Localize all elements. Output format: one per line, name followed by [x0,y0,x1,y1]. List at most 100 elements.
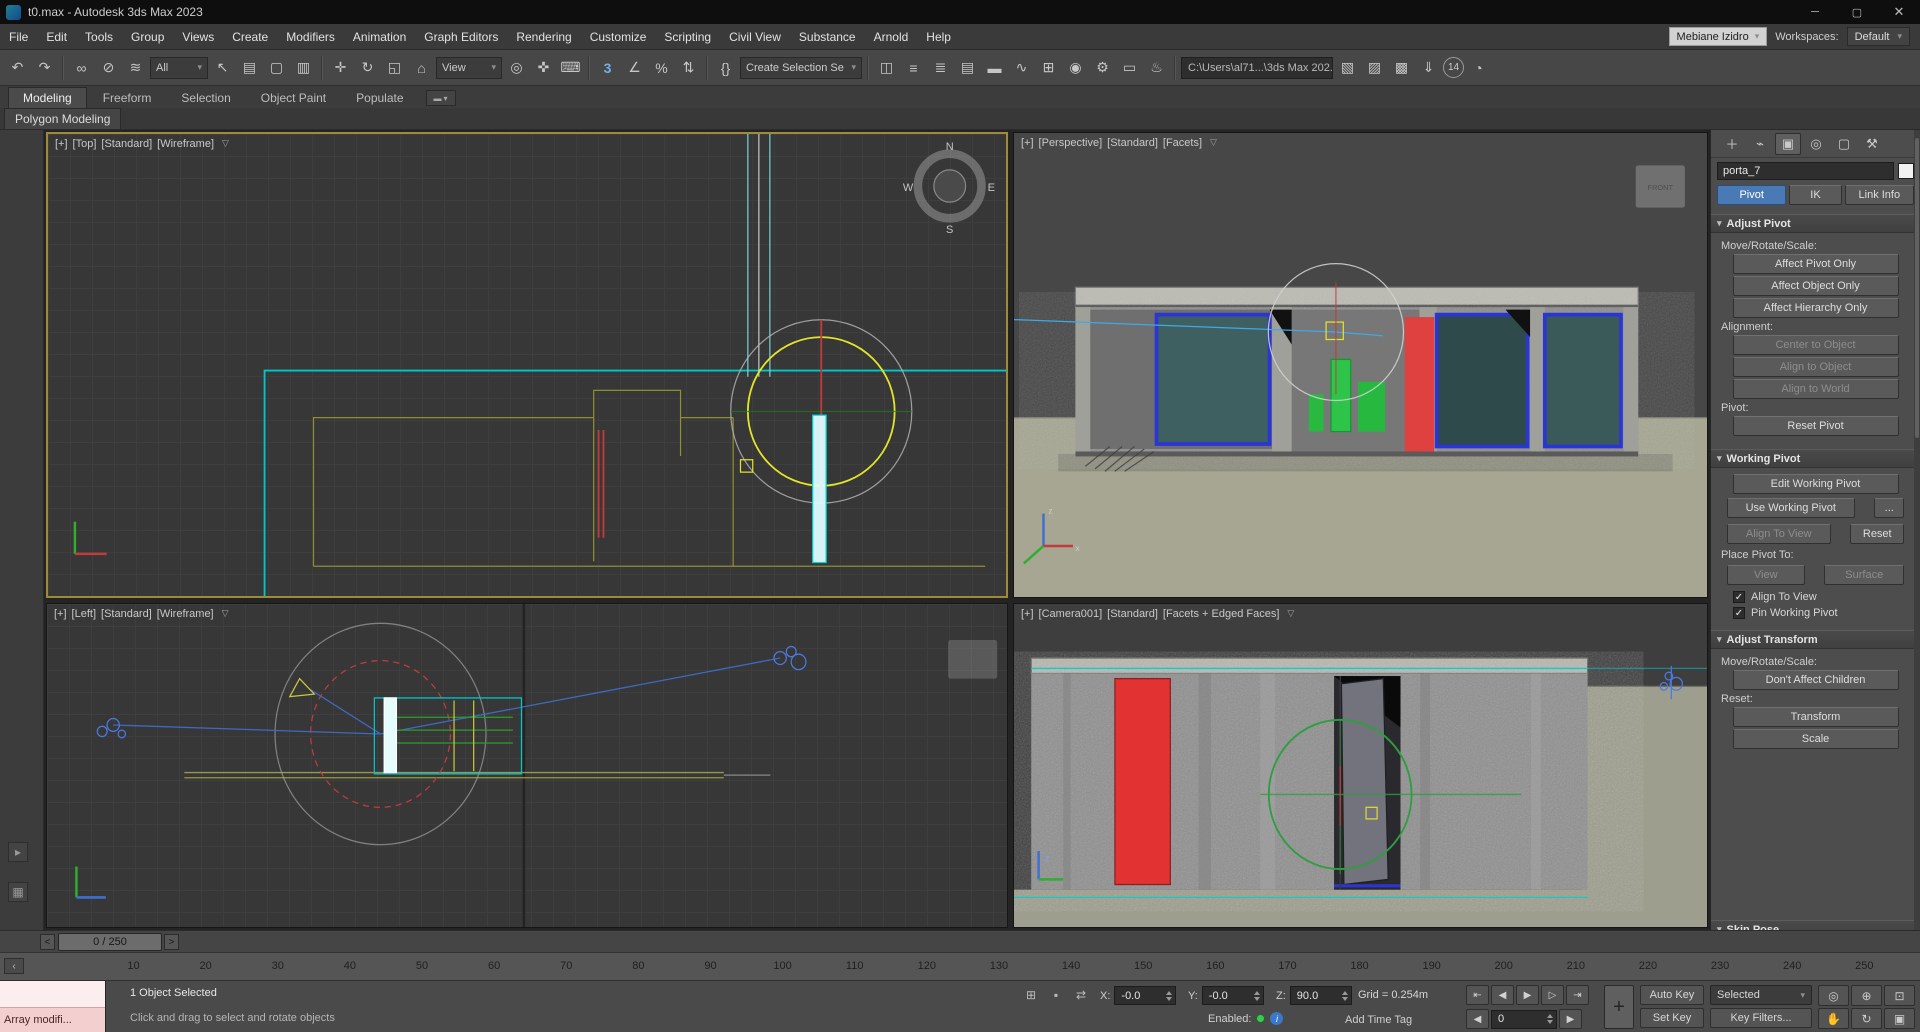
viewport-general-menu[interactable]: [+] [55,138,68,150]
menu-customize[interactable]: Customize [581,24,656,49]
workspace-switcher-icon[interactable]: ▧ [1335,55,1360,80]
bind-to-space-warp-icon[interactable]: ≋ [123,55,148,80]
menu-group[interactable]: Group [122,24,173,49]
align-to-view-checkbox[interactable]: ✓ [1733,591,1745,603]
info-icon[interactable]: i [1270,1012,1283,1025]
viewcube[interactable]: FRONT [1636,165,1685,207]
menu-modifiers[interactable]: Modifiers [277,24,344,49]
ribbon-tab-modeling[interactable]: Modeling [8,87,87,108]
close-button[interactable]: ✕ [1878,0,1920,24]
spinner-arrows[interactable] [1166,991,1172,1001]
timeline-ruler[interactable]: ‹ 10203040506070809010011012013014015016… [0,952,1920,980]
rectangular-selection-region-icon[interactable]: ▢ [264,55,289,80]
selection-lock-toggle-icon[interactable]: ▪ [1045,985,1067,1005]
orbit-icon[interactable]: ↻ [1851,1008,1882,1029]
named-selection-sets-dropdown[interactable]: Create Selection Se▾ [740,57,862,79]
maximize-button[interactable]: ▢ [1836,0,1878,24]
snaps-toggle-icon[interactable]: 3 [595,55,620,80]
link-info-button[interactable]: Link Info [1845,185,1914,205]
viewport-shading-menu[interactable]: [Wireframe] [157,138,214,150]
y-coordinate-field[interactable]: -0.0 [1202,986,1264,1005]
viewport-filter-icon[interactable]: ▽ [222,138,229,150]
menu-rendering[interactable]: Rendering [507,24,580,49]
toggle-scene-explorer-icon[interactable]: ≣ [928,55,953,80]
affect-hierarchy-only-button[interactable]: Affect Hierarchy Only [1733,298,1899,318]
dont-affect-children-button[interactable]: Don't Affect Children [1733,670,1899,690]
asset-tracking-icon[interactable]: ▨ [1362,55,1387,80]
current-frame-field[interactable]: 0 [1491,1010,1557,1029]
maxscript-macro-row[interactable] [0,981,105,1008]
spinner-snap-icon[interactable]: ⇅ [676,55,701,80]
compass-rose[interactable]: N W S E [903,141,995,236]
place-pivot-surface-button[interactable]: Surface [1824,565,1904,585]
select-and-manipulate-icon[interactable]: ✜ [531,55,556,80]
rendered-frame-window-icon[interactable]: ▭ [1117,55,1142,80]
utilities-tab[interactable]: ⚒ [1859,133,1885,155]
curve-editor-icon[interactable]: ∿ [1009,55,1034,80]
select-and-place-icon[interactable]: ⌂ [409,55,434,80]
menu-tools[interactable]: Tools [76,24,122,49]
ik-button[interactable]: IK [1789,185,1841,205]
minimize-button[interactable]: ─ [1794,0,1836,24]
track-open-icon[interactable]: ▸ [8,842,28,862]
viewport-shading-menu[interactable]: [Facets + Edged Faces] [1163,608,1279,620]
working-pivot-header[interactable]: ▾ Working Pivot [1711,449,1920,468]
viewport-filter-icon[interactable]: ▽ [1210,137,1217,149]
menu-views[interactable]: Views [173,24,223,49]
keyboard-shortcut-override-icon[interactable]: ⌨ [558,55,583,80]
scrollbar-thumb[interactable] [1915,138,1919,438]
play-button[interactable]: ▶ [1516,985,1539,1005]
spinner-arrows[interactable] [1547,1014,1553,1024]
menu-edit[interactable]: Edit [37,24,76,49]
viewport-render-menu[interactable]: [Standard] [101,138,152,150]
zoom-icon[interactable]: ◎ [1818,985,1849,1006]
align-to-world-button[interactable]: Align to World [1733,379,1899,399]
track-bar-mini-icon[interactable]: ‹ [4,958,24,974]
center-to-object-button[interactable]: Center to Object [1733,335,1899,355]
layout-grid-icon[interactable]: ▦ [8,882,28,902]
viewport-general-menu[interactable]: [+] [1021,608,1034,620]
viewport-pov-menu[interactable]: [Left] [72,608,96,620]
ribbon-tab-object-paint[interactable]: Object Paint [247,88,340,108]
edit-working-pivot-button[interactable]: Edit Working Pivot [1733,474,1899,494]
viewport-shading-menu[interactable]: [Wireframe] [157,608,214,620]
viewport-filter-icon[interactable]: ▽ [1287,608,1294,620]
viewport-filter-icon[interactable]: ▽ [222,608,229,620]
angle-snap-icon[interactable]: ∠ [622,55,647,80]
zoom-all-icon[interactable]: ⊕ [1851,985,1882,1006]
viewport-shading-menu[interactable]: [Facets] [1163,137,1202,149]
maxscript-text[interactable]: Array modifi... [0,1008,105,1032]
viewcube[interactable] [948,640,997,679]
render-production-icon[interactable]: ♨ [1144,55,1169,80]
object-color-swatch[interactable] [1898,163,1914,179]
undo-icon[interactable]: ↶ [5,55,30,80]
help-community-icon[interactable]: ◔ [1466,55,1491,80]
align-to-view-button[interactable]: Align To View [1727,524,1831,544]
align-to-object-button[interactable]: Align to Object [1733,357,1899,377]
time-slider-next-arrow[interactable]: > [164,934,179,950]
go-to-start-button[interactable]: ⇤ [1466,985,1489,1005]
toggle-ribbon-icon[interactable]: ▬ [982,55,1007,80]
menu-arnold[interactable]: Arnold [865,24,918,49]
enabled-status-dot[interactable] [1256,1014,1265,1023]
time-slider-prev-arrow[interactable]: < [40,934,55,950]
auto-key-button[interactable]: Auto Key [1640,985,1704,1005]
redo-icon[interactable]: ↷ [32,55,57,80]
hierarchy-tab[interactable]: ▣ [1775,133,1801,155]
viewport-render-menu[interactable]: [Standard] [1107,608,1158,620]
create-tab[interactable]: ＋ [1719,133,1745,155]
reset-pivot-button[interactable]: Reset Pivot [1733,416,1899,436]
select-and-link-icon[interactable]: ∞ [69,55,94,80]
scene-converter-icon[interactable]: ▩ [1389,55,1414,80]
working-pivot-reset-button[interactable]: Reset [1850,524,1904,544]
reset-transform-button[interactable]: Transform [1733,707,1899,727]
window-crossing-toggle-icon[interactable]: ▥ [291,55,316,80]
skin-pose-header[interactable]: ▾ Skin Pose [1711,920,1920,930]
select-and-move-icon[interactable]: ✛ [328,55,353,80]
menu-scripting[interactable]: Scripting [655,24,720,49]
add-time-tag[interactable]: Add Time Tag [1345,1014,1412,1026]
select-by-name-icon[interactable]: ▤ [237,55,262,80]
ribbon-tab-freeform[interactable]: Freeform [89,88,166,108]
menu-file[interactable]: File [0,24,37,49]
place-pivot-view-button[interactable]: View [1727,565,1805,585]
